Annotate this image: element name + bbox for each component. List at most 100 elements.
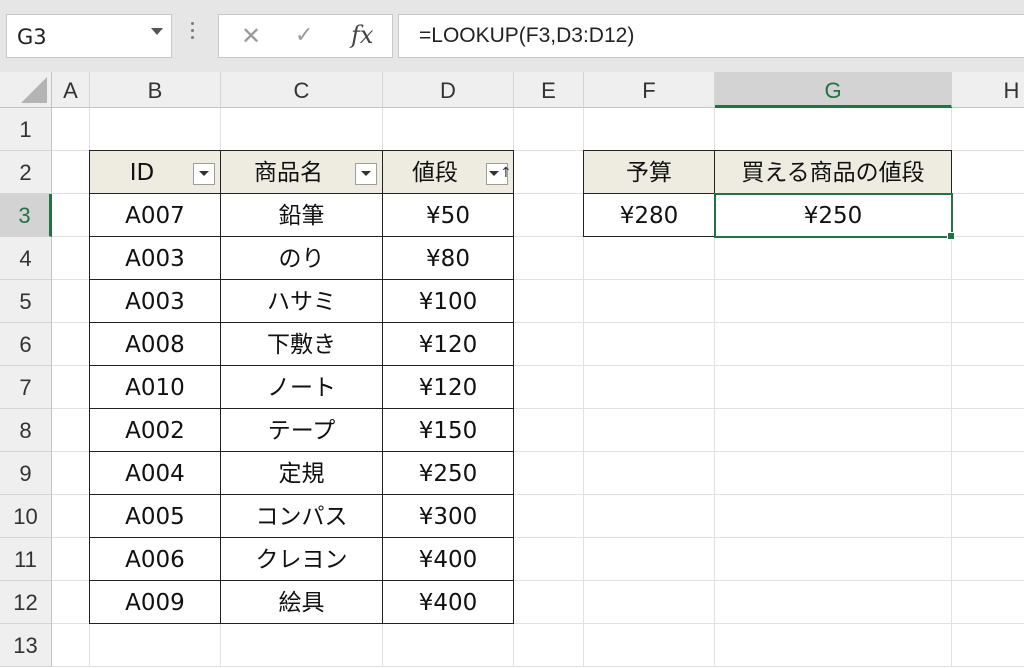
cell-a4[interactable] <box>52 237 90 280</box>
result-value[interactable]: ¥250 <box>714 193 952 237</box>
cell-f9[interactable] <box>584 452 715 495</box>
row-header-1[interactable]: 1 <box>0 108 52 151</box>
table-cell[interactable]: 鉛筆 <box>220 193 383 237</box>
cell-g1[interactable] <box>715 108 952 151</box>
cell-f4[interactable] <box>584 237 715 280</box>
table-cell[interactable]: ¥80 <box>382 236 514 280</box>
cell-c13[interactable] <box>221 624 383 667</box>
sort-filter-button[interactable]: ↑ <box>486 163 512 185</box>
cell-g6[interactable] <box>715 323 952 366</box>
cell-b1[interactable] <box>90 108 221 151</box>
cell-g7[interactable] <box>715 366 952 409</box>
select-all-button[interactable] <box>0 72 52 108</box>
cell-g5[interactable] <box>715 280 952 323</box>
table-cell[interactable]: A005 <box>89 494 221 538</box>
table-header-2[interactable]: 商品名 <box>220 150 383 194</box>
table-cell[interactable]: 絵具 <box>220 580 383 624</box>
table-cell[interactable]: A007 <box>89 193 221 237</box>
cell-a7[interactable] <box>52 366 90 409</box>
cell-f8[interactable] <box>584 409 715 452</box>
cell-g8[interactable] <box>715 409 952 452</box>
filter-button[interactable] <box>193 163 215 185</box>
cell-h8[interactable] <box>952 409 1024 452</box>
cell-a2[interactable] <box>52 151 90 194</box>
table-cell[interactable]: ¥50 <box>382 193 514 237</box>
table-cell[interactable]: ¥250 <box>382 451 514 495</box>
cell-h2[interactable] <box>952 151 1024 194</box>
formula-input[interactable]: =LOOKUP(F3,D3:D12) <box>398 14 1024 58</box>
table-cell[interactable]: ¥400 <box>382 537 514 581</box>
table-cell[interactable]: のり <box>220 236 383 280</box>
cell-d1[interactable] <box>383 108 514 151</box>
cell-f1[interactable] <box>584 108 715 151</box>
cell-f7[interactable] <box>584 366 715 409</box>
table-header-1[interactable]: ID <box>89 150 221 194</box>
cell-e3[interactable] <box>514 194 584 237</box>
table-cell[interactable]: ¥100 <box>382 279 514 323</box>
cell-a5[interactable] <box>52 280 90 323</box>
cell-g12[interactable] <box>715 581 952 624</box>
cell-h13[interactable] <box>952 624 1024 667</box>
chevron-down-icon[interactable] <box>151 28 163 35</box>
cell-e10[interactable] <box>514 495 584 538</box>
cell-e11[interactable] <box>514 538 584 581</box>
cell-h7[interactable] <box>952 366 1024 409</box>
table-cell[interactable]: ハサミ <box>220 279 383 323</box>
cell-a13[interactable] <box>52 624 90 667</box>
cell-h5[interactable] <box>952 280 1024 323</box>
cell-f5[interactable] <box>584 280 715 323</box>
cell-e9[interactable] <box>514 452 584 495</box>
cell-e1[interactable] <box>514 108 584 151</box>
cell-a1[interactable] <box>52 108 90 151</box>
cancel-icon[interactable]: ✕ <box>241 22 261 50</box>
cell-e6[interactable] <box>514 323 584 366</box>
table-cell[interactable]: A006 <box>89 537 221 581</box>
cell-f11[interactable] <box>584 538 715 581</box>
table-cell[interactable]: テープ <box>220 408 383 452</box>
cell-c1[interactable] <box>221 108 383 151</box>
table-cell[interactable]: ¥120 <box>382 322 514 366</box>
cell-f6[interactable] <box>584 323 715 366</box>
table-cell[interactable]: A010 <box>89 365 221 409</box>
row-header-7[interactable]: 7 <box>0 366 52 409</box>
cell-g11[interactable] <box>715 538 952 581</box>
cell-g4[interactable] <box>715 237 952 280</box>
table-cell[interactable]: ¥150 <box>382 408 514 452</box>
table-cell[interactable]: A003 <box>89 236 221 280</box>
cell-h9[interactable] <box>952 452 1024 495</box>
cell-e13[interactable] <box>514 624 584 667</box>
table-cell[interactable]: ¥400 <box>382 580 514 624</box>
cell-h10[interactable] <box>952 495 1024 538</box>
row-header-9[interactable]: 9 <box>0 452 52 495</box>
table-cell[interactable]: ¥300 <box>382 494 514 538</box>
table-cell[interactable]: 下敷き <box>220 322 383 366</box>
filter-button[interactable] <box>355 163 377 185</box>
column-header-e[interactable]: E <box>514 72 584 108</box>
cell-a10[interactable] <box>52 495 90 538</box>
cell-f13[interactable] <box>584 624 715 667</box>
insert-function-icon[interactable]: fx <box>351 21 373 49</box>
column-header-h[interactable]: H <box>952 72 1024 108</box>
column-header-f[interactable]: F <box>584 72 715 108</box>
cell-g9[interactable] <box>715 452 952 495</box>
lookup-header-2[interactable]: 買える商品の値段 <box>714 150 952 194</box>
row-header-8[interactable]: 8 <box>0 409 52 452</box>
table-cell[interactable]: コンパス <box>220 494 383 538</box>
cell-a12[interactable] <box>52 581 90 624</box>
table-cell[interactable]: A004 <box>89 451 221 495</box>
row-header-13[interactable]: 13 <box>0 624 52 667</box>
row-header-2[interactable]: 2 <box>0 151 52 194</box>
cell-e2[interactable] <box>514 151 584 194</box>
column-header-d[interactable]: D <box>383 72 514 108</box>
cell-h6[interactable] <box>952 323 1024 366</box>
cell-f12[interactable] <box>584 581 715 624</box>
table-header-3[interactable]: 値段 ↑ <box>382 150 514 194</box>
table-cell[interactable]: A009 <box>89 580 221 624</box>
drag-handle-icon[interactable] <box>191 22 195 43</box>
column-header-a[interactable]: A <box>52 72 90 108</box>
row-header-5[interactable]: 5 <box>0 280 52 323</box>
cell-h4[interactable] <box>952 237 1024 280</box>
cell-e4[interactable] <box>514 237 584 280</box>
cell-e8[interactable] <box>514 409 584 452</box>
cell-e7[interactable] <box>514 366 584 409</box>
